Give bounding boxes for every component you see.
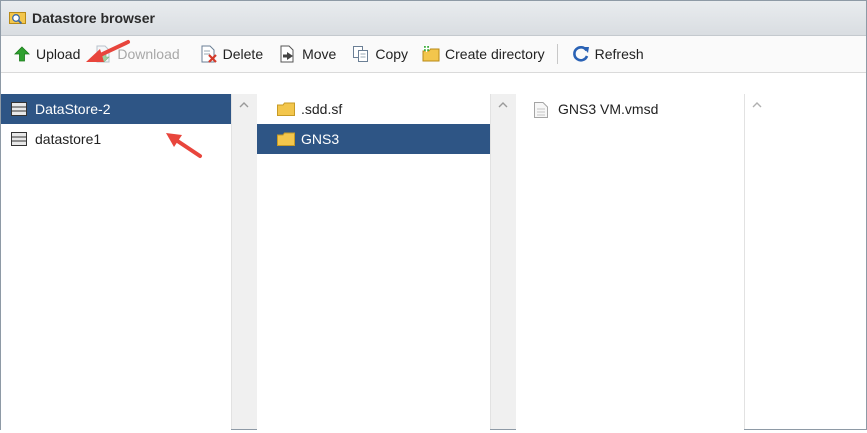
file-item[interactable]: GNS3 VM.vmsd: [516, 94, 744, 124]
move-button[interactable]: Move: [275, 40, 340, 68]
datastore-label: datastore1: [35, 131, 102, 147]
file-scrollbar[interactable]: [744, 94, 770, 429]
title-bar: Datastore browser: [1, 1, 866, 36]
download-label: Download: [117, 46, 180, 62]
datastore-item[interactable]: DataStore-2: [1, 94, 231, 124]
move-label: Move: [302, 46, 337, 62]
upload-arrow-icon: [13, 45, 31, 63]
refresh-label: Refresh: [594, 46, 644, 62]
datastore-label: DataStore-2: [35, 101, 111, 117]
create-directory-label: Create directory: [445, 46, 545, 62]
upload-button[interactable]: Upload: [9, 40, 84, 68]
download-button[interactable]: Download: [90, 40, 183, 68]
folder-item[interactable]: GNS3: [257, 124, 490, 154]
window-title: Datastore browser: [32, 10, 155, 26]
datastore-browser-window: Datastore browser Upload Download Delete…: [0, 0, 867, 433]
folder-label: GNS3: [301, 131, 340, 147]
datastore-scrollbar[interactable]: [231, 94, 257, 429]
copy-label: Copy: [375, 46, 409, 62]
datastore-icon: [11, 102, 27, 116]
upload-label: Upload: [36, 46, 81, 62]
datastore-item[interactable]: datastore1: [1, 124, 231, 154]
delete-button[interactable]: Delete: [196, 40, 267, 68]
refresh-icon: [572, 45, 590, 63]
move-icon: [279, 45, 297, 63]
folder-scrollbar[interactable]: [490, 94, 516, 429]
folder-item[interactable]: .sdd.sf: [257, 94, 490, 124]
datastore-browser-icon: [9, 11, 27, 25]
download-icon: [94, 45, 112, 63]
file-list: GNS3 VM.vmsd: [516, 94, 744, 433]
chevron-up-icon: [239, 102, 249, 108]
folder-icon: [277, 132, 295, 146]
folder-list: .sdd.sf GNS3: [257, 94, 490, 433]
toolbar-separator: [556, 44, 558, 64]
refresh-button[interactable]: Refresh: [568, 40, 648, 68]
copy-button[interactable]: Copy: [348, 40, 412, 68]
datastore-icon: [11, 132, 27, 146]
toolbar: Upload Download Delete Move Copy Create …: [1, 36, 866, 73]
datastore-list: DataStore-2 datastore1: [1, 94, 231, 433]
new-folder-icon: [422, 45, 440, 63]
chevron-up-icon: [498, 102, 508, 108]
copy-icon: [352, 45, 370, 63]
folder-icon: [277, 102, 295, 116]
file-icon: [534, 102, 550, 118]
delete-label: Delete: [222, 46, 264, 62]
folder-label: .sdd.sf: [301, 101, 343, 117]
create-directory-button[interactable]: Create directory: [418, 40, 549, 68]
chevron-up-icon: [752, 102, 762, 108]
file-label: GNS3 VM.vmsd: [558, 101, 659, 117]
delete-icon: [200, 45, 218, 63]
